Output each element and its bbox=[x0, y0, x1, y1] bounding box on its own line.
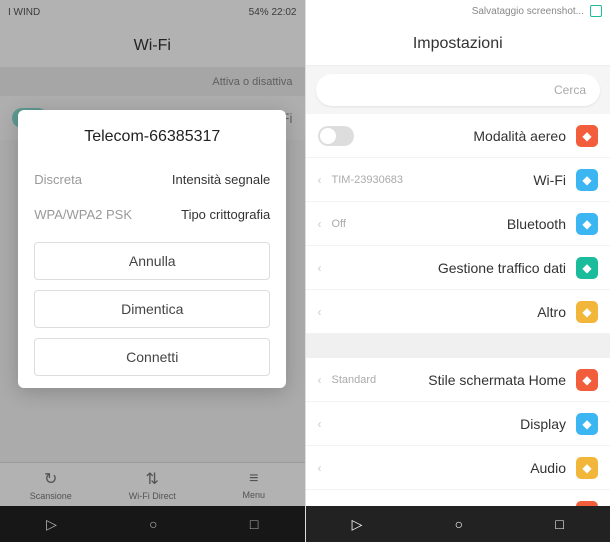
network-dialog: Telecom-66385317 Discreta Intensità segn… bbox=[18, 110, 286, 388]
item-icon: ◆ bbox=[576, 413, 598, 435]
settings-item[interactable]: ‹ StandardStile schermata Home ◆ bbox=[306, 358, 610, 402]
left-pane: I WIND 54% 22:02 Wi-Fi Attiva o disattiv… bbox=[0, 0, 306, 542]
item-icon: ◆ bbox=[576, 457, 598, 479]
settings-item[interactable]: ‹ Audio ◆ bbox=[306, 446, 610, 490]
airplane-toggle[interactable] bbox=[318, 126, 354, 146]
chevron-left-icon: ‹ bbox=[318, 217, 322, 231]
screenshot-toast: Salvataggio screenshot... bbox=[306, 0, 610, 22]
settings-item[interactable]: ‹ Display ◆ bbox=[306, 402, 610, 446]
dialog-overlay: Telecom-66385317 Discreta Intensità segn… bbox=[0, 0, 305, 542]
chevron-left-icon: ‹ bbox=[318, 305, 322, 319]
item-label: Wi-Fi bbox=[403, 172, 566, 188]
chevron-left-icon: ‹ bbox=[318, 173, 322, 187]
item-icon: ◆ bbox=[576, 301, 598, 323]
item-icon: ◆ bbox=[576, 257, 598, 279]
item-icon: ◆ bbox=[576, 169, 598, 191]
settings-item[interactable]: ‹ TIM-23930683Wi-Fi ◆ bbox=[306, 158, 610, 202]
chevron-left-icon: ‹ bbox=[318, 461, 322, 475]
settings-list[interactable]: Modalità aereo ◆ ‹ TIM-23930683Wi-Fi ◆ ‹ OffBl… bbox=[306, 114, 610, 542]
forget-button[interactable]: Dimentica bbox=[34, 290, 270, 328]
item-label: Gestione traffico dati bbox=[332, 260, 567, 276]
chevron-left-icon: ‹ bbox=[318, 373, 322, 387]
item-label: Altro bbox=[332, 304, 567, 320]
nav-home[interactable]: ○ bbox=[455, 516, 463, 532]
settings-item[interactable]: ‹ Altro ◆ bbox=[306, 290, 610, 334]
search-input[interactable]: Cerca bbox=[316, 74, 601, 106]
item-icon: ◆ bbox=[576, 369, 598, 391]
dialog-row-signal: Discreta Intensità segnale bbox=[34, 162, 270, 197]
dialog-title: Telecom-66385317 bbox=[34, 128, 270, 146]
item-value: Standard bbox=[332, 374, 377, 386]
nav-back[interactable]: □ bbox=[555, 516, 563, 532]
settings-item[interactable]: ‹ OffBluetooth ◆ bbox=[306, 202, 610, 246]
item-label: Display bbox=[332, 416, 567, 432]
settings-item[interactable]: Modalità aereo ◆ bbox=[306, 114, 610, 158]
page-title: Impostazioni bbox=[413, 35, 503, 53]
item-label: Stile schermata Home bbox=[376, 372, 566, 388]
item-icon: ◆ bbox=[576, 213, 598, 235]
screenshot-icon bbox=[590, 5, 602, 17]
chevron-left-icon: ‹ bbox=[318, 261, 322, 275]
chevron-left-icon: ‹ bbox=[318, 417, 322, 431]
header-right: Impostazioni bbox=[306, 22, 610, 66]
item-label: Bluetooth bbox=[346, 216, 566, 232]
item-value: TIM-23930683 bbox=[332, 174, 404, 186]
item-label: Modalità aereo bbox=[354, 128, 567, 144]
cancel-button[interactable]: Annulla bbox=[34, 242, 270, 280]
item-label: Audio bbox=[332, 460, 567, 476]
right-pane: Salvataggio screenshot... Impostazioni C… bbox=[306, 0, 610, 542]
connect-button[interactable]: Connetti bbox=[34, 338, 270, 376]
navbar-right: ▷ ○ □ bbox=[306, 506, 610, 542]
item-value: Off bbox=[332, 218, 346, 230]
nav-recent[interactable]: ▷ bbox=[352, 516, 363, 533]
item-icon: ◆ bbox=[576, 125, 598, 147]
dialog-row-encryption: WPA/WPA2 PSK Tipo crittografia bbox=[34, 197, 270, 232]
settings-item[interactable]: ‹ Gestione traffico dati ◆ bbox=[306, 246, 610, 290]
